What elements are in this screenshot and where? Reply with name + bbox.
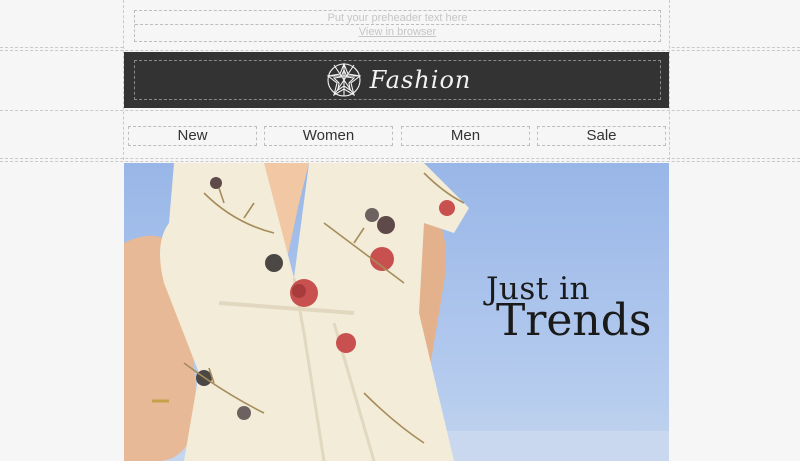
editor-guide-line xyxy=(0,161,800,162)
brand-name: Fashion xyxy=(369,66,472,94)
preheader-block[interactable]: Put your preheader text here View in bro… xyxy=(124,0,669,48)
nav-menu: New Women Men Sale xyxy=(124,114,669,158)
nav-item-sale[interactable]: Sale xyxy=(537,126,666,146)
logo-header-block[interactable]: Fashion xyxy=(124,52,669,108)
preheader-container: Put your preheader text here View in bro… xyxy=(134,10,661,42)
preheader-text: Put your preheader text here xyxy=(327,12,468,24)
editor-guide-line xyxy=(0,158,800,159)
logo-container: Fashion xyxy=(134,60,661,100)
preheader-divider xyxy=(135,24,660,25)
nav-item-new[interactable]: New xyxy=(128,126,257,146)
editor-guide-line xyxy=(0,110,800,111)
nav-item-men[interactable]: Men xyxy=(401,126,530,146)
nav-item-women[interactable]: Women xyxy=(264,126,393,146)
editor-guide-line xyxy=(669,0,670,160)
hero-banner[interactable]: Just in Trends xyxy=(124,163,669,461)
view-in-browser-link[interactable]: View in browser xyxy=(135,26,660,38)
hero-headline-line-2: Trends xyxy=(496,295,652,346)
star-flower-logo-icon xyxy=(326,62,361,97)
editor-guide-line xyxy=(0,50,800,51)
